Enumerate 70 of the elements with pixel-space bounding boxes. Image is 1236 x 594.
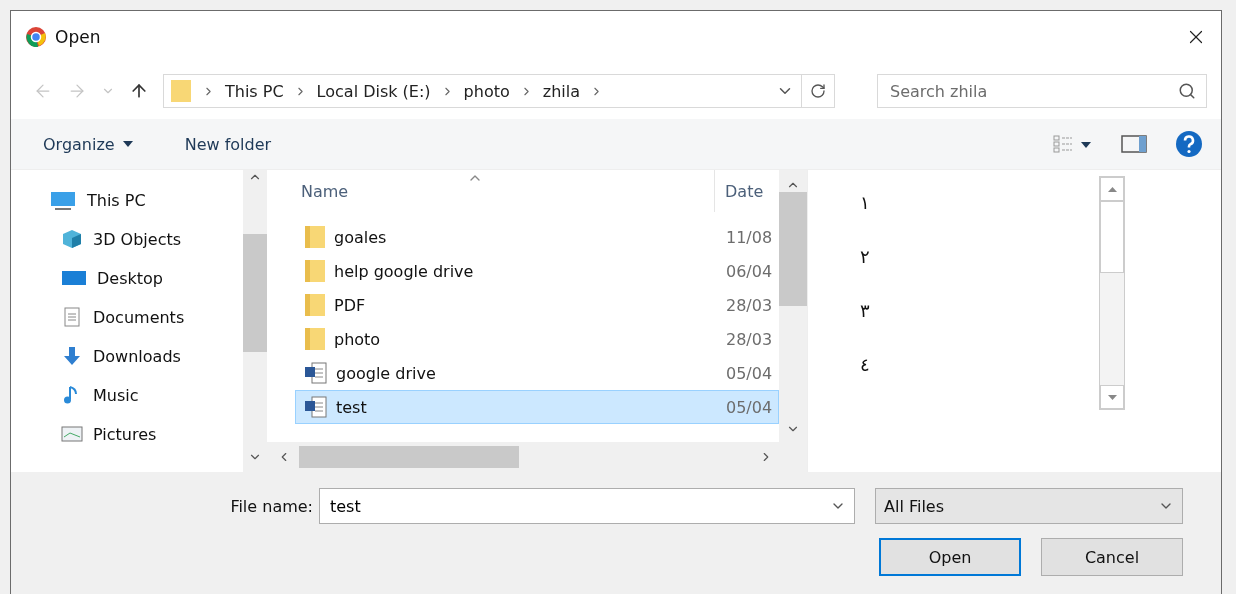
- scroll-bar[interactable]: [779, 170, 807, 442]
- word-document-icon: [304, 395, 328, 419]
- address-bar[interactable]: This PC Local Disk (E:) photo zhila: [163, 74, 835, 108]
- folder-icon: [170, 78, 192, 104]
- breadcrumb-item[interactable]: This PC: [225, 81, 284, 101]
- breadcrumb-item[interactable]: Local Disk (E:): [316, 81, 431, 101]
- column-header[interactable]: Name: [267, 181, 714, 201]
- down-triangle-icon[interactable]: [1107, 394, 1117, 400]
- preview-scroll-bar[interactable]: [1099, 176, 1125, 410]
- sidebar-item[interactable]: This PC: [87, 190, 146, 210]
- search-field[interactable]: Search zhila: [877, 74, 1207, 108]
- file-row[interactable]: google drive 05/04: [295, 356, 779, 390]
- open-button[interactable]: Open: [879, 538, 1021, 576]
- scroll-bar[interactable]: [243, 170, 267, 472]
- file-name: help google drive: [334, 261, 474, 281]
- file-type-dropdown[interactable]: All Files: [875, 488, 1183, 524]
- cube-icon: [61, 228, 83, 250]
- computer-icon: [49, 189, 77, 211]
- file-date: 06/04: [725, 261, 774, 281]
- file-row[interactable]: goales 11/08: [295, 220, 779, 254]
- download-arrow-icon: [61, 345, 83, 367]
- folder-icon: [304, 224, 326, 250]
- window-title: Open: [55, 27, 102, 47]
- sidebar-item[interactable]: Desktop: [97, 268, 163, 288]
- folder-icon: [304, 258, 326, 284]
- file-name: google drive: [336, 363, 436, 383]
- field-label: File name:: [230, 496, 313, 516]
- file-name: photo: [334, 329, 381, 349]
- file-row[interactable]: photo 28/03: [295, 322, 779, 356]
- breadcrumb-item[interactable]: photo: [463, 81, 510, 101]
- file-date: 28/03: [725, 329, 774, 349]
- folder-icon: [304, 326, 326, 352]
- sidebar-item[interactable]: Documents: [93, 307, 185, 327]
- preview-pane-icon[interactable]: [1121, 135, 1147, 153]
- preview-text: ٤: [860, 354, 871, 375]
- file-name: PDF: [334, 295, 366, 315]
- picture-icon: [61, 423, 83, 445]
- file-row[interactable]: test 05/04: [295, 390, 779, 424]
- preview-text: ١: [860, 192, 871, 213]
- sidebar-item[interactable]: 3D Objects: [93, 229, 182, 249]
- search-input[interactable]: Search zhila: [888, 80, 1178, 102]
- caret-icon: [122, 141, 133, 147]
- file-name-input[interactable]: test: [328, 495, 830, 517]
- sidebar-item[interactable]: Downloads: [93, 346, 181, 366]
- organize-button[interactable]: Organize: [41, 132, 135, 156]
- breadcrumb-item[interactable]: zhila: [542, 81, 580, 101]
- word-document-icon: [304, 361, 328, 385]
- file-row[interactable]: help google drive 06/04: [295, 254, 779, 288]
- search-icon: [1178, 82, 1196, 100]
- new-folder-button[interactable]: New folder: [182, 132, 274, 156]
- file-row[interactable]: PDF 28/03: [295, 288, 779, 322]
- document-icon: [61, 306, 83, 328]
- file-date: 11/08: [725, 227, 774, 247]
- up-triangle-icon[interactable]: [1107, 186, 1117, 192]
- preview-text: ٢: [860, 246, 871, 267]
- file-name: goales: [334, 227, 387, 247]
- cancel-button[interactable]: Cancel: [1041, 538, 1183, 576]
- file-date: 28/03: [725, 295, 774, 315]
- folder-icon: [304, 292, 326, 318]
- dropdown-value: All Files: [884, 496, 945, 516]
- sidebar-item[interactable]: Pictures: [93, 424, 157, 444]
- app-logo-icon: [25, 26, 47, 48]
- preview-text: ٣: [860, 300, 871, 321]
- file-date: 05/04: [725, 363, 774, 383]
- sidebar-item[interactable]: Music: [93, 385, 139, 405]
- file-name-field[interactable]: test: [319, 488, 855, 524]
- view-options-icon[interactable]: [1053, 135, 1093, 153]
- file-date: 05/04: [725, 397, 774, 417]
- file-name: test: [336, 397, 367, 417]
- help-icon[interactable]: [1175, 130, 1203, 158]
